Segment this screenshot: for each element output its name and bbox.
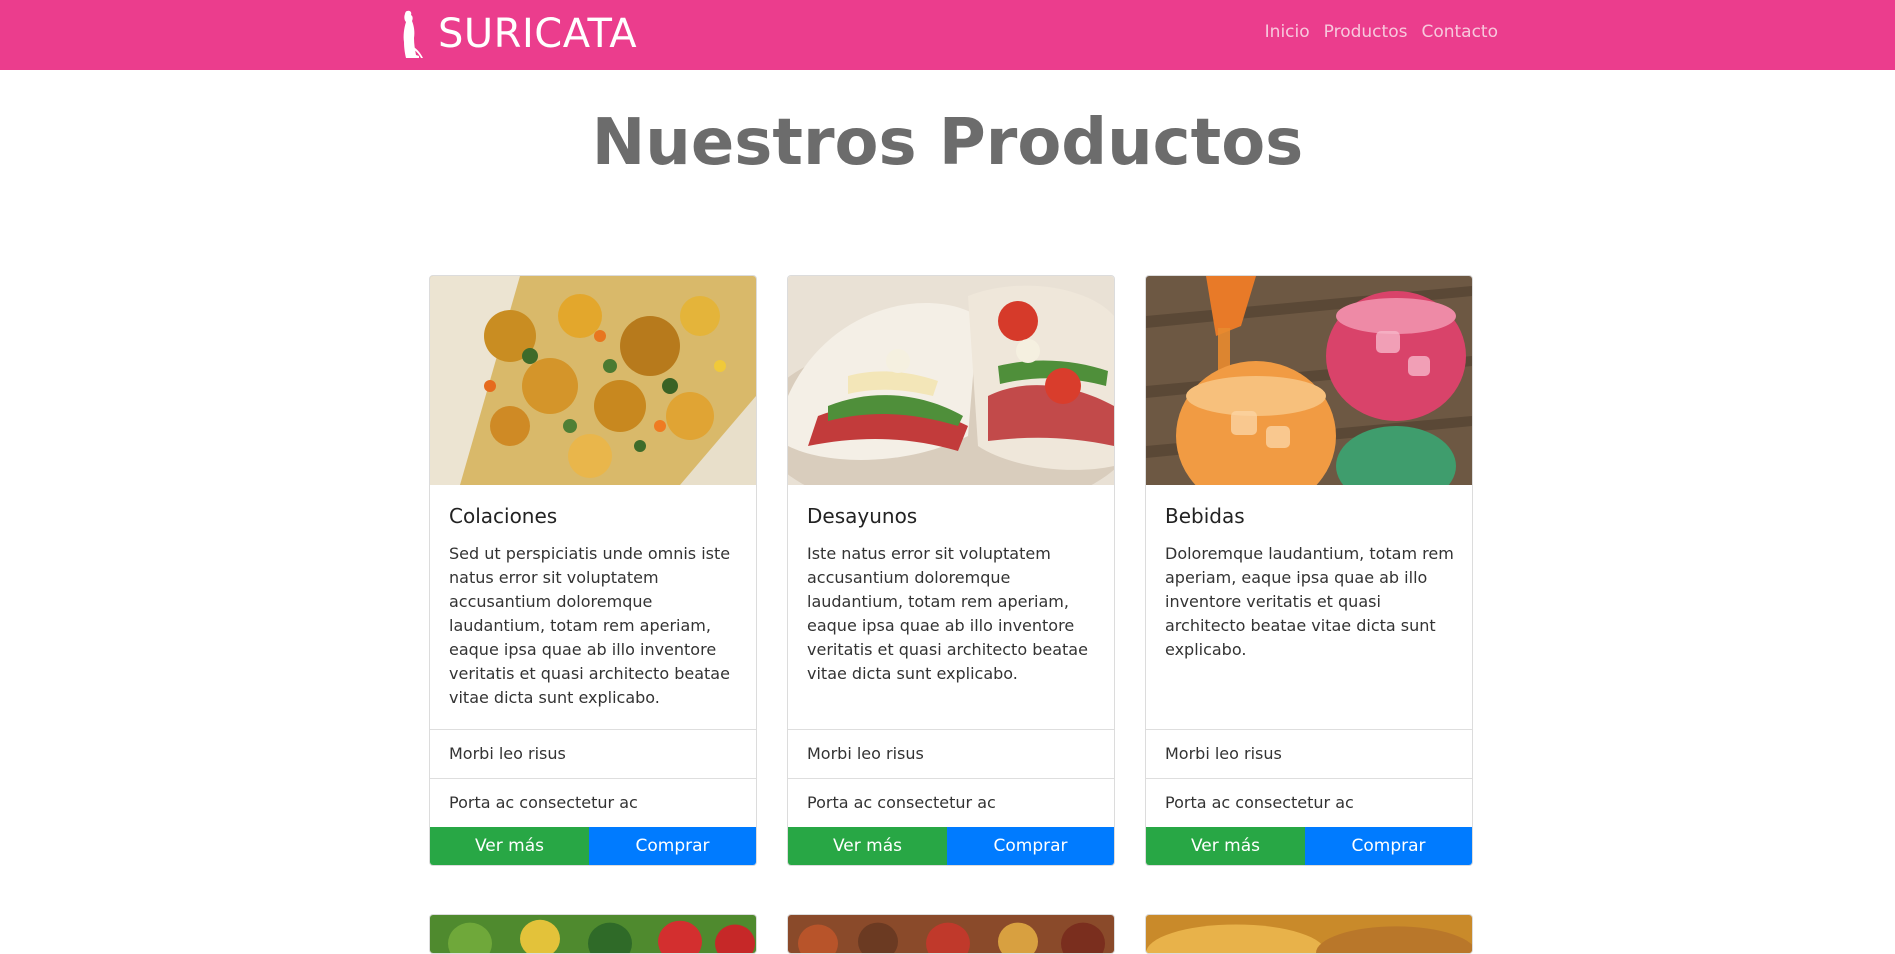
brand-link[interactable]: SURICATA [392,6,637,62]
meerkat-logo-icon [403,10,423,59]
card-text: Sed ut perspiciatis unde omnis iste natu… [449,544,731,707]
list-item: Porta ac consectetur ac [788,778,1114,827]
product-card-partial [787,914,1115,954]
card-title: Colaciones [449,504,558,528]
card-actions: Ver más Comprar [1146,827,1472,865]
navbar: SURICATA Inicio Productos Contacto [0,0,1895,70]
product-image-vegetables [430,915,756,953]
page-title: Nuestros Productos [591,106,1304,180]
ver-mas-button[interactable]: Ver más [788,827,947,865]
nav-link-productos[interactable]: Productos [1324,22,1408,42]
card-actions: Ver más Comprar [788,827,1114,865]
product-card-bebidas: Bebidas Doloremque laudantium, totam rem… [1145,275,1473,866]
nav-link-contacto[interactable]: Contacto [1421,22,1498,42]
ver-mas-button[interactable]: Ver más [430,827,589,865]
product-image-spices [788,915,1114,953]
list-item: Porta ac consectetur ac [430,778,756,827]
card-title: Bebidas [1165,504,1245,528]
product-card-colaciones: Colaciones Sed ut perspiciatis unde omni… [429,275,757,866]
nav-link-inicio[interactable]: Inicio [1265,22,1310,42]
card-title: Desayunos [807,504,918,528]
product-image-desayunos [788,276,1114,485]
product-image-golden [1146,915,1472,953]
list-item: Morbi leo risus [788,729,1114,778]
product-card-partial [1145,914,1473,954]
product-image-bebidas [1146,276,1472,485]
nav-links: Inicio Productos Contacto [1265,22,1498,42]
comprar-button[interactable]: Comprar [947,827,1114,865]
product-image-colaciones [430,276,756,485]
card-text: Doloremque laudantium, totam rem aperiam… [1165,544,1454,659]
list-item: Morbi leo risus [1146,729,1472,778]
comprar-button[interactable]: Comprar [589,827,756,865]
card-text: Iste natus error sit voluptatem accusant… [807,544,1088,683]
card-actions: Ver más Comprar [430,827,756,865]
list-item: Porta ac consectetur ac [1146,778,1472,827]
list-item: Morbi leo risus [430,729,756,778]
product-card-desayunos: Desayunos Iste natus error sit voluptate… [787,275,1115,866]
comprar-button[interactable]: Comprar [1305,827,1472,865]
product-card-partial [429,914,757,954]
ver-mas-button[interactable]: Ver más [1146,827,1305,865]
brand-name: SURICATA [438,11,638,57]
